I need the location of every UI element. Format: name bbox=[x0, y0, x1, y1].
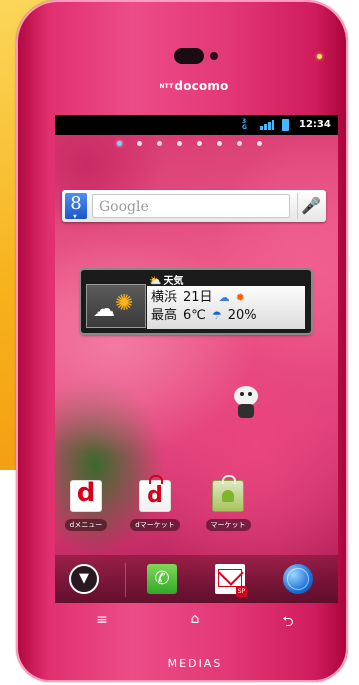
weather-icon: ☁ ✺ bbox=[86, 284, 146, 328]
weather-widget[interactable]: ⛅ 天気 ☁ ✺ 横浜 21日 ☁ ✹ 最高 6℃ ☂ 20% bbox=[81, 270, 311, 333]
earpiece-speaker bbox=[174, 48, 204, 64]
dmenu-icon: d bbox=[70, 478, 102, 512]
search-input[interactable]: Google bbox=[92, 194, 290, 218]
notification-led bbox=[317, 54, 322, 59]
umbrella-icon: ☂ bbox=[211, 309, 222, 322]
network-3g-icon: 3G bbox=[242, 118, 247, 131]
page-dot-4 bbox=[177, 141, 182, 146]
phone-icon[interactable]: ✆ bbox=[147, 564, 177, 594]
browser-icon[interactable] bbox=[283, 564, 313, 594]
home-key[interactable]: ⌂ bbox=[185, 611, 205, 627]
app-dmarket[interactable]: d dマーケット bbox=[127, 475, 183, 531]
market-bag-icon bbox=[212, 475, 244, 512]
google-logo-icon[interactable]: 8 ▼ bbox=[65, 193, 87, 220]
weather-details: 横浜 21日 ☁ ✹ 最高 6℃ ☂ 20% bbox=[147, 286, 305, 329]
cloud-icon: ☁ bbox=[218, 291, 230, 304]
docomo-logo: NTTdocomo bbox=[159, 79, 229, 93]
status-bar[interactable]: 3G 12:34 bbox=[55, 115, 338, 135]
sun-icon: ✹ bbox=[235, 291, 245, 304]
screen: 3G 12:34 8 ▼ Google 🎤 ⛅ 天気 ☁ ✺ 横浜 21日 ☁ ✹ 最高 bbox=[55, 115, 338, 603]
model-name: MEDIAS bbox=[167, 657, 223, 670]
weather-high-label: 最高 bbox=[151, 308, 178, 323]
page-dot-6 bbox=[217, 141, 222, 146]
weather-city: 横浜 bbox=[151, 290, 178, 305]
weather-rain: 20% bbox=[227, 308, 257, 323]
page-dot-3 bbox=[157, 141, 162, 146]
dock-divider bbox=[125, 563, 126, 597]
battery-icon bbox=[282, 119, 289, 131]
front-camera bbox=[210, 52, 218, 60]
dmarket-icon: d bbox=[139, 475, 171, 512]
page-indicator bbox=[55, 141, 338, 151]
weather-temp: 6℃ bbox=[183, 308, 206, 323]
clock: 12:34 bbox=[299, 119, 331, 130]
dock: ▼ ✆ SP bbox=[55, 555, 338, 603]
mail-icon[interactable]: SP bbox=[215, 564, 247, 597]
page-dot-2 bbox=[137, 141, 142, 146]
apps-drawer-icon[interactable]: ▼ bbox=[69, 564, 99, 594]
back-key[interactable]: ⮌ bbox=[278, 611, 298, 635]
signal-icon bbox=[260, 120, 274, 130]
mic-icon[interactable]: 🎤 bbox=[297, 193, 324, 219]
app-market[interactable]: マーケット bbox=[200, 475, 256, 531]
app-label: dマーケット bbox=[130, 519, 180, 531]
mascot-character[interactable] bbox=[228, 380, 264, 420]
menu-key[interactable]: ≡ bbox=[92, 612, 112, 628]
weather-title: ⛅ 天気 bbox=[149, 276, 184, 287]
app-label: マーケット bbox=[205, 519, 251, 531]
page-dot-5 bbox=[197, 141, 202, 146]
page-dot-1 bbox=[117, 141, 122, 146]
page-dot-7 bbox=[237, 141, 242, 146]
app-dmenu[interactable]: d dメニュー bbox=[58, 478, 114, 531]
weather-date: 21日 bbox=[183, 290, 213, 305]
app-label: dメニュー bbox=[64, 519, 108, 531]
google-search-widget[interactable]: 8 ▼ Google 🎤 bbox=[62, 190, 326, 222]
page-dot-8 bbox=[257, 141, 262, 146]
